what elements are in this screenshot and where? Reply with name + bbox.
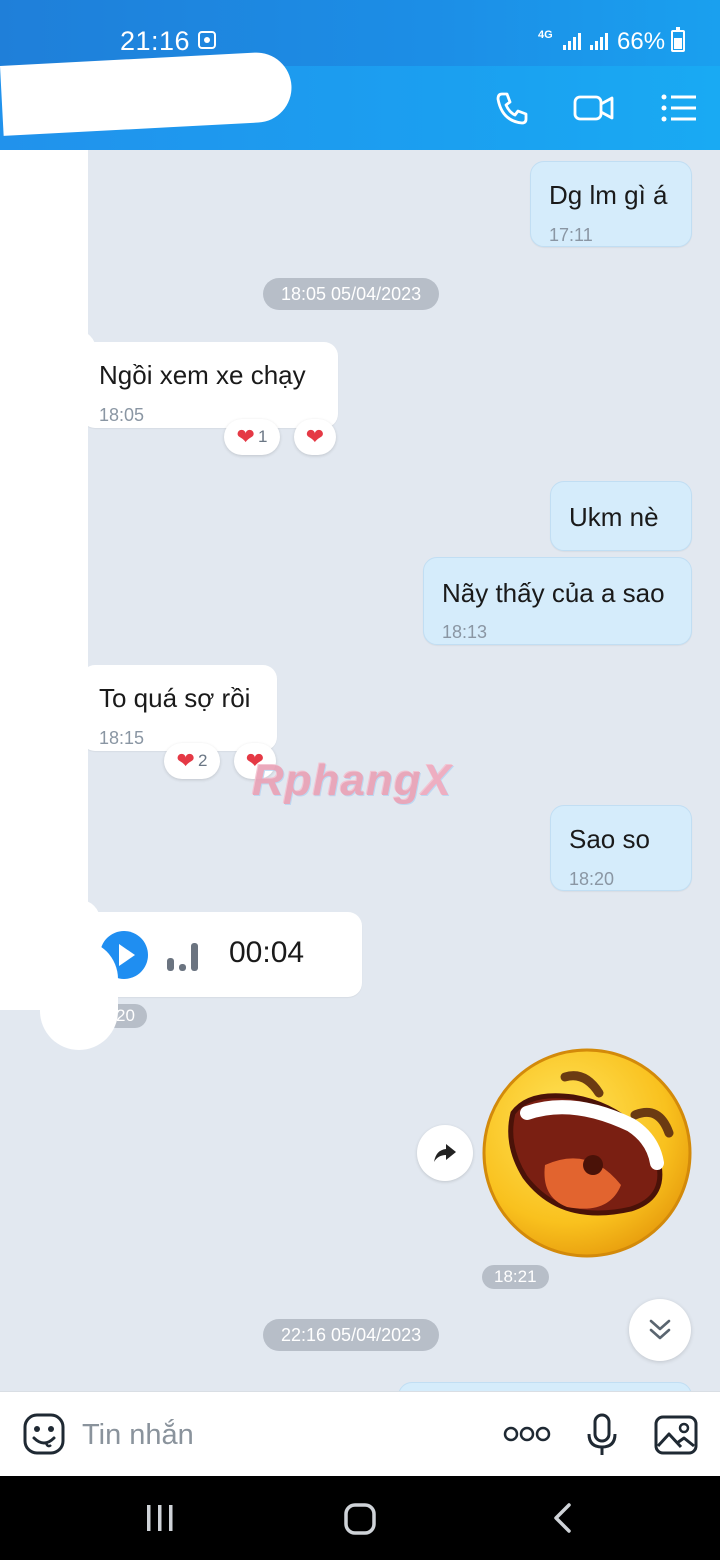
sticker-emoji-icon[interactable] [22, 1412, 66, 1456]
notification-icon [198, 31, 216, 49]
message-bubble-outgoing[interactable]: Nãy thấy của a sao 18:13 [423, 557, 692, 645]
message-text: Ukm nè [569, 502, 659, 532]
voice-message-bubble[interactable]: 00:04 [81, 912, 362, 997]
status-bar: 21:16 4G 66% [0, 0, 720, 66]
home-icon[interactable] [343, 1502, 377, 1536]
menu-list-icon[interactable] [656, 86, 700, 130]
status-time: 21:16 [120, 26, 191, 56]
message-time: 18:20 [569, 869, 615, 889]
image-gallery-icon[interactable] [653, 1414, 699, 1456]
laughing-sticker[interactable] [481, 1047, 693, 1259]
date-separator: 18:05 05/04/2023 [263, 278, 440, 310]
date-separator: 22:16 05/04/2023 [263, 1319, 440, 1351]
signal-icon-2 [590, 33, 608, 50]
message-text: Nãy thấy của a sao [442, 578, 665, 608]
message-time: 17:11 [549, 225, 593, 245]
reaction-badge[interactable]: ❤ 2 [164, 743, 220, 779]
message-input-bar: Tin nhắn [0, 1391, 720, 1476]
voice-duration: 00:04 [229, 936, 305, 969]
heart-icon: ❤ [176, 748, 195, 773]
message-time: 18:21 [482, 1265, 549, 1289]
message-time: 18:05 [99, 405, 145, 425]
phone-icon[interactable] [490, 86, 534, 130]
message-text: Dg lm gì á [549, 180, 668, 210]
reaction-count: 1 [257, 427, 268, 446]
message-bubble-outgoing[interactable]: Ukm nè [550, 481, 692, 551]
battery-percentage: 66% [617, 28, 666, 55]
video-call-icon[interactable] [572, 86, 616, 130]
message-text: Ngồi xem xe chạy [99, 360, 306, 390]
message-bubble-outgoing-partial[interactable] [398, 1382, 692, 1391]
message-bubble-outgoing[interactable]: Dg lm gì á 17:11 [530, 161, 692, 247]
watermark-text: Rphang [252, 756, 422, 805]
add-reaction-button[interactable]: ❤ [294, 419, 336, 455]
battery-icon [671, 27, 685, 52]
message-bubble-incoming[interactable]: To quá sợ rồi 18:15 [81, 665, 277, 751]
share-arrow-icon [434, 1144, 456, 1162]
reaction-badge[interactable]: ❤ 1 [224, 419, 280, 455]
watermark: RphangX [252, 756, 452, 806]
signal-icon [563, 33, 581, 50]
double-chevron-down-icon [649, 1319, 671, 1340]
network-type-label: 4G [538, 29, 553, 41]
audio-waveform-icon [167, 943, 198, 971]
redaction-mark [0, 330, 96, 430]
heart-icon: ❤ [236, 424, 255, 449]
redaction-mark [0, 900, 100, 1000]
heart-icon: ❤ [305, 424, 325, 449]
message-bubble-incoming[interactable]: Ngồi xem xe chạy 18:05 [81, 342, 338, 428]
watermark-x: X [421, 756, 453, 805]
forward-button[interactable] [417, 1125, 473, 1181]
message-text: To quá sợ rồi [99, 683, 251, 713]
message-input[interactable]: Tin nhắn [82, 1419, 194, 1452]
microphone-icon[interactable] [585, 1412, 619, 1458]
recent-apps-icon[interactable] [144, 1502, 176, 1534]
chat-area[interactable]: Dg lm gì á 17:11 18:05 05/04/2023 Ngồi x… [0, 150, 720, 1391]
message-text: Sao so [569, 824, 650, 854]
scroll-to-bottom-button[interactable] [629, 1299, 691, 1361]
reaction-count: 2 [197, 751, 208, 770]
message-time: 18:13 [442, 622, 488, 642]
more-options-icon[interactable] [503, 1422, 551, 1446]
message-bubble-outgoing[interactable]: Sao so 18:20 [550, 805, 692, 891]
back-icon[interactable] [549, 1502, 577, 1534]
redaction-mark [0, 150, 88, 1010]
system-navigation-bar [0, 1476, 720, 1560]
